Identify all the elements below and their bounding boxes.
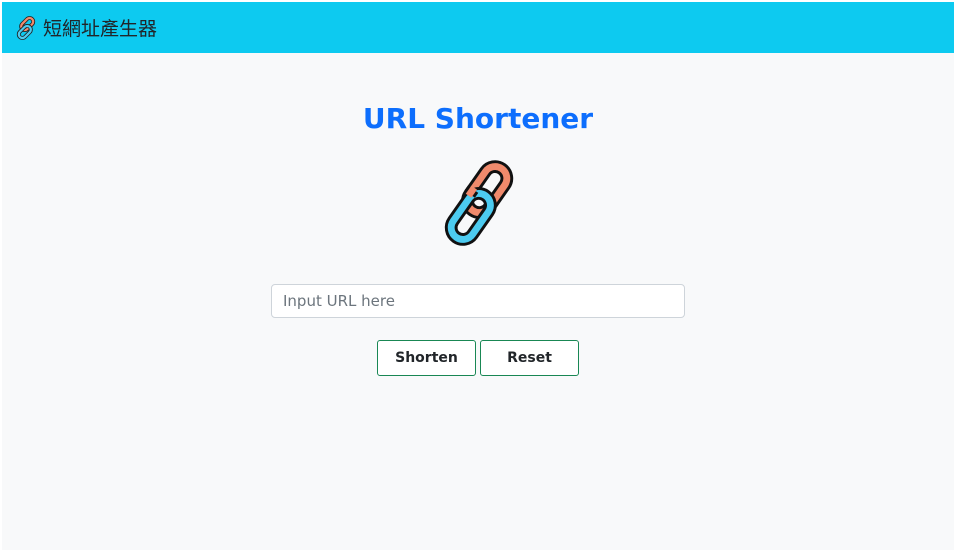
brand-title: 短網址產生器 [43,18,158,40]
link-icon [430,154,528,252]
reset-button[interactable]: Reset [480,340,579,376]
url-input[interactable] [271,284,685,318]
brand-link[interactable]: 短網址產生器 [12,14,157,42]
navbar: 短網址產生器 [2,2,954,53]
link-icon [12,14,40,42]
app-frame: 短網址產生器 URL Shortener Shorten Reset [2,2,954,550]
shorten-button[interactable]: Shorten [377,340,476,376]
page-title: URL Shortener [362,102,594,135]
